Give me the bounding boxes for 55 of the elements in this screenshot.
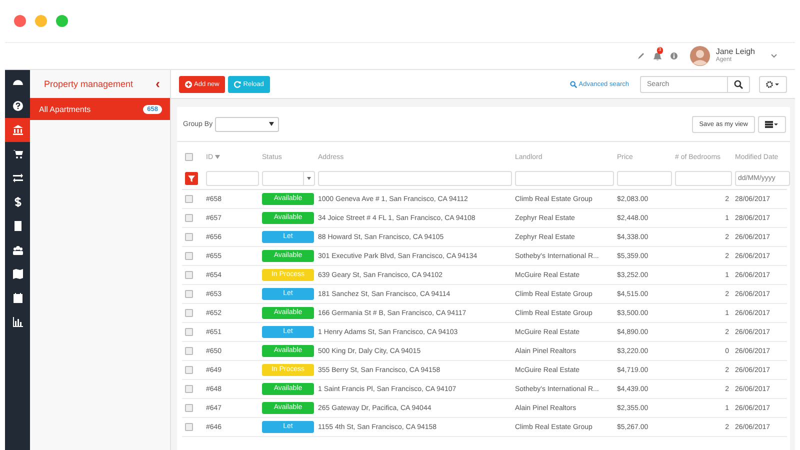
refresh-icon — [234, 80, 242, 88]
status-filter-select[interactable] — [262, 170, 315, 186]
column-view-button[interactable] — [758, 116, 786, 132]
row-checkbox[interactable] — [185, 195, 193, 203]
landlord-filter-field[interactable] — [515, 170, 614, 186]
caret-icon — [268, 122, 274, 126]
close-window-dot[interactable] — [14, 15, 26, 27]
row-checkbox[interactable] — [185, 423, 193, 431]
row-checkbox[interactable] — [185, 233, 193, 241]
caret-icon[interactable] — [771, 54, 777, 58]
row-checkbox[interactable] — [185, 328, 193, 336]
bell-icon[interactable] — [652, 52, 662, 60]
cart-icon — [12, 149, 22, 159]
info-icon[interactable] — [670, 52, 678, 60]
address-filter-field[interactable] — [318, 170, 512, 186]
maximize-window-dot[interactable] — [56, 15, 68, 27]
row-checkbox[interactable] — [185, 309, 193, 317]
user-name: Jane Leigh — [716, 47, 755, 56]
select-all-checkbox[interactable] — [185, 153, 193, 161]
row-checkbox[interactable] — [185, 385, 193, 393]
bank-icon — [12, 125, 22, 135]
calendar-icon — [12, 293, 22, 303]
row-checkbox[interactable] — [185, 404, 193, 412]
id-filter-field[interactable] — [206, 170, 259, 186]
plus-circle-icon — [185, 80, 192, 88]
row-checkbox[interactable] — [185, 252, 193, 260]
search-icon — [570, 80, 577, 88]
avatar-icon[interactable] — [690, 46, 710, 66]
list-icon — [765, 120, 779, 128]
sidebar-item-label: All Apartments — [39, 104, 91, 114]
pencil-icon[interactable] — [636, 52, 645, 60]
caret-icon — [307, 176, 311, 180]
search-icon — [734, 80, 743, 88]
filter-icon[interactable] — [185, 172, 198, 184]
help-icon — [12, 101, 22, 111]
sort-caret-icon — [215, 155, 220, 159]
bar-chart-icon — [12, 317, 22, 327]
bedrooms-filter-field[interactable] — [675, 170, 732, 186]
row-checkbox[interactable] — [185, 271, 193, 279]
map-icon — [12, 269, 22, 279]
row-checkbox[interactable] — [185, 366, 193, 374]
settings-dropdown-button[interactable] — [759, 76, 787, 92]
exchange-icon — [12, 173, 22, 183]
row-checkbox[interactable] — [185, 290, 193, 298]
users-icon — [12, 245, 22, 255]
gear-icon — [766, 80, 780, 88]
row-checkbox[interactable] — [185, 347, 193, 355]
search-button[interactable] — [728, 76, 750, 92]
price-filter-field[interactable] — [617, 170, 672, 186]
sidebar-title: Property management — [44, 79, 134, 89]
group-by-select[interactable] — [214, 116, 279, 132]
collapse-icon[interactable]: ‹ — [156, 79, 160, 89]
row-checkbox[interactable] — [185, 214, 193, 222]
minimize-window-dot[interactable] — [35, 15, 47, 27]
dollar-icon — [12, 197, 22, 207]
